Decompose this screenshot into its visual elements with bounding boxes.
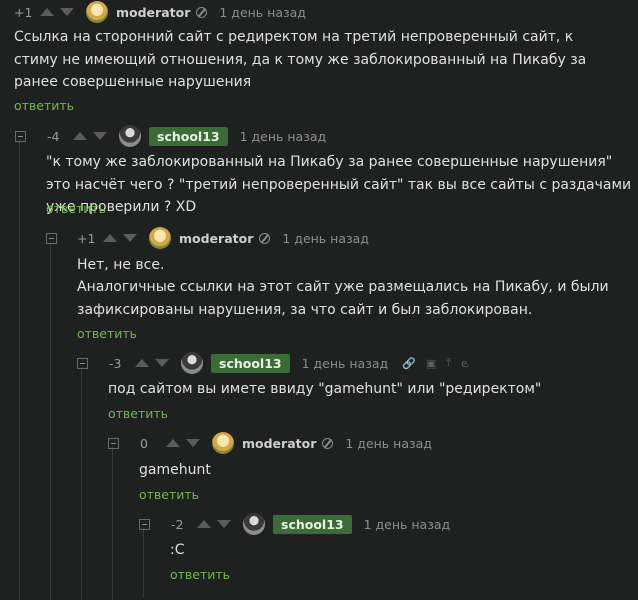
comment-text: gamehunt (139, 462, 211, 478)
thread-line (19, 140, 20, 600)
more-icon[interactable]: ⱸ (461, 356, 468, 371)
collapse-toggle[interactable] (108, 438, 119, 449)
reply-link[interactable]: ответить (139, 487, 199, 502)
downvote-icon[interactable] (155, 359, 169, 367)
comment-time[interactable]: 1 день назад (240, 129, 327, 144)
comment-time[interactable]: 1 день назад (219, 5, 306, 20)
upvote-icon[interactable] (166, 439, 180, 447)
collapse-toggle[interactable] (139, 519, 150, 530)
author-name[interactable]: moderator (242, 436, 316, 451)
pin-icon[interactable]: ⤒ (446, 356, 451, 370)
author-name[interactable]: moderator (116, 5, 190, 20)
thread-line (81, 367, 82, 600)
comment-rating: -2 (171, 516, 184, 532)
thread-line (50, 242, 51, 600)
thread-line (112, 447, 113, 600)
upvote-icon[interactable] (103, 234, 117, 242)
comment-rating: -3 (109, 355, 122, 371)
reply-link[interactable]: ответить (170, 567, 230, 582)
comment-header: -2 school13 1 день назад (171, 512, 450, 536)
upvote-icon[interactable] (40, 8, 54, 16)
reply-link[interactable]: ответить (14, 98, 74, 113)
comment-text: под сайтом вы имете ввиду "gamehunt" или… (108, 381, 542, 397)
downvote-icon[interactable] (217, 520, 231, 528)
author-name[interactable]: school13 (273, 514, 352, 534)
reply-link[interactable]: ответить (108, 406, 168, 421)
comment-time[interactable]: 1 день назад (364, 517, 451, 532)
comment-text-line: Аналогичные ссылки на этот сайт уже разм… (77, 279, 609, 318)
moderator-icon (196, 6, 208, 18)
comment-header: -3 school13 1 день назад 🔗 ▣ ⤒ ⱸ (109, 351, 469, 375)
avatar[interactable] (212, 432, 234, 454)
moderator-icon (322, 437, 334, 449)
author-name[interactable]: school13 (149, 126, 228, 146)
comment-header: +1 moderator 1 день назад (77, 226, 369, 250)
comment-header: -4 school13 1 день назад (47, 124, 326, 148)
comment-text: Ссылка на сторонний сайт с редиректом на… (14, 29, 587, 90)
comment-text-line: Нет, не все. (77, 257, 165, 273)
avatar[interactable] (243, 513, 265, 535)
comment-time[interactable]: 1 день назад (282, 231, 369, 246)
comment-text: :C (170, 542, 185, 558)
collapse-toggle[interactable] (15, 131, 26, 142)
comment-text: "к тому же заблокированный на Пикабу за … (46, 154, 632, 215)
comment-time[interactable]: 1 день назад (345, 436, 432, 451)
comment-rating: +1 (77, 230, 96, 246)
avatar[interactable] (86, 1, 108, 23)
reply-link[interactable]: ответить (77, 326, 137, 341)
link-icon[interactable]: 🔗 (402, 357, 416, 370)
comment-rating: -4 (47, 128, 60, 144)
upvote-icon[interactable] (135, 359, 149, 367)
avatar[interactable] (149, 227, 171, 249)
collapse-toggle[interactable] (46, 233, 57, 244)
downvote-icon[interactable] (186, 439, 200, 447)
comment-rating: 0 (140, 435, 148, 451)
save-icon[interactable]: ▣ (426, 357, 436, 370)
downvote-icon[interactable] (93, 132, 107, 140)
downvote-icon[interactable] (123, 234, 137, 242)
collapse-toggle[interactable] (77, 358, 88, 369)
thread-line (143, 528, 144, 598)
upvote-icon[interactable] (197, 520, 211, 528)
avatar[interactable] (119, 125, 141, 147)
reply-link[interactable]: ответить (46, 201, 106, 216)
comment-header: +1 moderator 1 день назад (14, 0, 306, 24)
author-name[interactable]: moderator (179, 231, 253, 246)
downvote-icon[interactable] (60, 8, 74, 16)
comment-rating: +1 (14, 4, 33, 20)
comment-header: 0 moderator 1 день назад (140, 431, 432, 455)
moderator-icon (259, 232, 271, 244)
upvote-icon[interactable] (73, 132, 87, 140)
avatar[interactable] (181, 352, 203, 374)
comment-time[interactable]: 1 день назад (302, 356, 389, 371)
author-name[interactable]: school13 (211, 353, 290, 373)
